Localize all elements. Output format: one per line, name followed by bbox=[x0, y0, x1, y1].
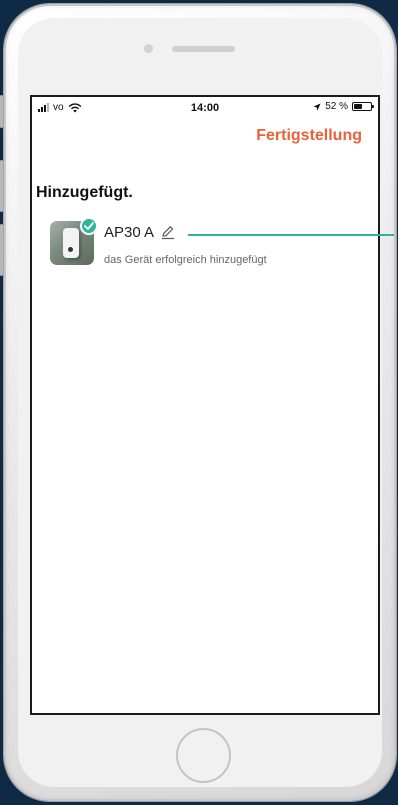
battery-level-fill bbox=[354, 104, 362, 109]
mute-switch bbox=[0, 95, 3, 128]
battery-icon bbox=[352, 102, 374, 111]
volume-up-button bbox=[0, 160, 3, 212]
device-list-item[interactable]: AP30 A das Gerät erfolgreich hinzugefügt bbox=[50, 217, 370, 271]
check-icon bbox=[80, 217, 98, 235]
air-purifier-image bbox=[63, 228, 79, 258]
page-title: Hinzugefügt. bbox=[36, 184, 133, 201]
battery-percent: 52 % bbox=[325, 101, 348, 112]
location-arrow-icon bbox=[313, 103, 321, 110]
status-bar: vo 14:00 52 % bbox=[32, 97, 378, 119]
pencil-icon[interactable] bbox=[160, 224, 176, 240]
device-name: AP30 A bbox=[104, 224, 155, 241]
battery-tip bbox=[372, 105, 374, 108]
volume-down-button bbox=[0, 224, 3, 276]
app-stage: vo 14:00 52 % Fertigstellung Hinzugefügt… bbox=[0, 0, 398, 805]
device-status-text: das Gerät erfolgreich hinzugefügt bbox=[104, 254, 267, 266]
front-camera bbox=[144, 44, 153, 53]
done-button[interactable]: Fertigstellung bbox=[256, 127, 362, 145]
phone-screen: vo 14:00 52 % Fertigstellung Hinzugefügt… bbox=[30, 95, 380, 715]
home-button[interactable] bbox=[176, 728, 231, 783]
status-right: 52 % bbox=[313, 101, 374, 112]
earpiece-speaker bbox=[172, 46, 235, 52]
annotation-pointer-line bbox=[188, 234, 394, 236]
